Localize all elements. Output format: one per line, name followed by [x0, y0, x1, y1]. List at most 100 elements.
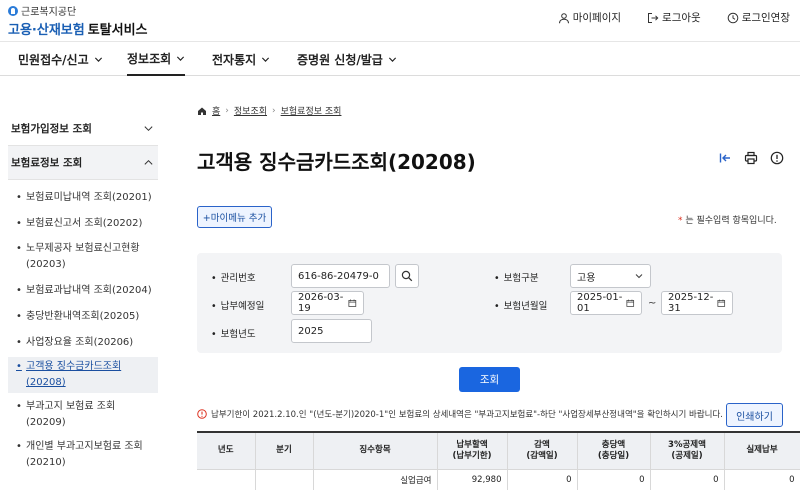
- col-deduction: 3%공제액 (공제일): [650, 431, 725, 470]
- utility-menu: 마이페이지 로그아웃 로그인연장: [558, 10, 790, 25]
- nav-e-notice[interactable]: 전자통지: [212, 42, 270, 76]
- calendar-icon: [348, 299, 357, 307]
- search-form: 관리번호 616-86-20479-0 보험구분 고용 납부예정일 2026-0…: [197, 253, 782, 353]
- table-cell: 0: [507, 469, 578, 490]
- home-icon[interactable]: [197, 106, 207, 116]
- period-separator: ~: [648, 298, 657, 309]
- sidebar-item-code: (20203): [26, 259, 66, 270]
- sidebar-item-20201[interactable]: • 보험료미납내역 조회(20201): [8, 188, 158, 212]
- year-value: 2025: [298, 325, 324, 337]
- table-header-row: 년도 분기 징수항목 납부할액 (납부기한) 감액 (감액일) 충당액 (충당일) 3…: [197, 431, 800, 470]
- sidebar-group-insurance-info[interactable]: 보험가입정보 조회: [8, 112, 158, 146]
- search-icon: [401, 270, 413, 282]
- calendar-icon: [626, 299, 635, 307]
- notice-text: 납부기한이 2021.2.10.인 "(년도-분기)2020-1"인 보험료의 …: [211, 410, 722, 420]
- sidebar-item-label: 노무제공자 보험료신고현황: [26, 243, 140, 254]
- sidebar-item-20210[interactable]: • 개인별 부과고지보험료 조회 (20210): [8, 437, 158, 471]
- sidebar-item-20202[interactable]: • 보험료신고서 조회(20202): [8, 212, 158, 239]
- login-extend-link[interactable]: 로그인연장: [727, 10, 790, 25]
- period-to-input[interactable]: 2025-12-31: [661, 291, 733, 315]
- insurance-type-select[interactable]: 고용: [570, 264, 651, 288]
- sidebar-item-label: 사업장요율 조회(20206): [26, 337, 134, 348]
- add-mymenu-button[interactable]: +마이메뉴 추가: [197, 206, 272, 228]
- sidebar-group-label: 보험료정보 조회: [11, 157, 83, 169]
- sidebar-item-20208[interactable]: • 고객용 징수금카드조회 (20208): [8, 357, 158, 393]
- sidebar-item-label: 고객용 징수금카드조회: [26, 361, 122, 372]
- insurance-type-value: 고용: [577, 272, 596, 284]
- table-cell: 0: [724, 469, 800, 490]
- breadcrumb-level2[interactable]: 보험료정보 조회: [281, 104, 342, 117]
- mypage-link[interactable]: 마이페이지: [558, 10, 621, 25]
- sidebar-item-label: 개인별 부과고지보험료 조회: [26, 441, 143, 452]
- sidebar-item-20209[interactable]: • 부과고지 보험료 조회 (20209): [8, 393, 158, 437]
- year-label: 보험년도: [211, 326, 256, 340]
- person-icon: [558, 12, 569, 23]
- nav-info-inquiry[interactable]: 정보조회: [127, 42, 186, 76]
- sidebar-item-code: (20210): [26, 457, 66, 468]
- page-tools: [718, 151, 784, 165]
- print-icon[interactable]: [744, 151, 758, 165]
- site-logo[interactable]: 근로복지공단 고용·산재보험 토탈서비스: [8, 3, 148, 38]
- nav-label: 민원접수/신고: [18, 52, 89, 67]
- mgmt-no-input[interactable]: 616-86-20479-0: [291, 264, 390, 288]
- breadcrumb: 홈 › 정보조회 › 보험료정보 조회: [197, 104, 341, 117]
- breadcrumb-home[interactable]: 홈: [212, 104, 220, 117]
- nav-certificate[interactable]: 증명원 신청/발급: [297, 42, 397, 76]
- sidebar-group-premium-info[interactable]: 보험료정보 조회: [8, 146, 158, 180]
- period-from-input[interactable]: 2025-01-01: [570, 291, 642, 315]
- chevron-down-icon: [94, 56, 102, 62]
- breadcrumb-separator-icon: ›: [225, 105, 229, 116]
- service-name: 토탈서비스: [87, 23, 148, 38]
- due-date-value: 2026-03-19: [298, 292, 344, 314]
- sidebar-item-label: 부과고지 보험료 조회: [26, 401, 116, 412]
- sidebar-item-code: (20209): [26, 417, 66, 428]
- table-cell: [255, 469, 314, 490]
- logout-label: 로그아웃: [662, 12, 701, 24]
- sidebar-item-label: 보험료과납내역 조회(20204): [26, 285, 152, 296]
- login-extend-label: 로그인연장: [741, 12, 790, 24]
- due-date-label: 납부예정일: [211, 298, 265, 312]
- nav-civil-petition[interactable]: 민원접수/신고: [18, 42, 103, 76]
- col-quarter: 분기: [255, 431, 314, 470]
- chevron-up-icon: [144, 159, 153, 165]
- sidebar-item-label: 충당반환내역조회(20205): [26, 311, 140, 322]
- sidebar-item-label: 보험료미납내역 조회(20201): [26, 192, 152, 203]
- print-button[interactable]: 인쇄하기: [726, 403, 783, 427]
- due-date-input[interactable]: 2026-03-19: [291, 291, 364, 315]
- page-title: 고객용 징수금카드조회(20208): [197, 150, 476, 174]
- col-year: 년도: [197, 431, 256, 470]
- main-nav: 민원접수/신고 정보조회 전자통지 증명원 신청/발급: [0, 42, 800, 76]
- info-icon[interactable]: [770, 151, 784, 165]
- collapse-left-icon[interactable]: [718, 151, 732, 165]
- chevron-down-icon: [388, 56, 396, 62]
- sidebar-item-20204[interactable]: • 보험료과납내역 조회(20204): [8, 280, 158, 306]
- mypage-label: 마이페이지: [572, 12, 622, 24]
- breadcrumb-level1[interactable]: 정보조회: [234, 104, 267, 117]
- required-note-text: 는 필수입력 항목입니다.: [682, 216, 777, 226]
- sidebar-item-code: (20208): [26, 377, 66, 388]
- clock-icon: [727, 12, 738, 23]
- col-actual-payment: 실제납부: [724, 431, 800, 470]
- nav-label: 증명원 신청/발급: [297, 52, 383, 67]
- mgmt-no-search-button[interactable]: [395, 264, 419, 288]
- year-input[interactable]: 2025: [291, 319, 372, 343]
- query-button[interactable]: 조회: [459, 367, 520, 392]
- nav-label: 전자통지: [212, 52, 257, 67]
- insurance-type-label: 보험구분: [494, 270, 539, 284]
- logout-link[interactable]: 로그아웃: [647, 10, 701, 25]
- sidebar-item-20206[interactable]: • 사업장요율 조회(20206): [8, 332, 158, 357]
- table-cell: [197, 469, 256, 490]
- org-logo-icon: [8, 5, 18, 16]
- sidebar-item-20203[interactable]: • 노무제공자 보험료신고현황 (20203): [8, 239, 158, 280]
- period-from-value: 2025-01-01: [577, 292, 623, 314]
- chevron-down-icon: [262, 56, 270, 62]
- col-amount-due: 납부할액 (납부기한): [437, 431, 508, 470]
- table-cell: 실업급여: [313, 469, 438, 490]
- site-header: 근로복지공단 고용·산재보험 토탈서비스 마이페이지 로그아웃 로그인연장: [0, 0, 800, 42]
- table-row: 실업급여 92,980 0 0 0 0: [197, 469, 800, 490]
- period-label: 보험년월일: [494, 298, 548, 312]
- sidebar-item-20205[interactable]: • 충당반환내역조회(20205): [8, 306, 158, 332]
- chevron-down-icon: [635, 274, 643, 279]
- mgmt-no-value: 616-86-20479-0: [298, 270, 379, 282]
- col-reduction: 감액 (감액일): [507, 431, 578, 470]
